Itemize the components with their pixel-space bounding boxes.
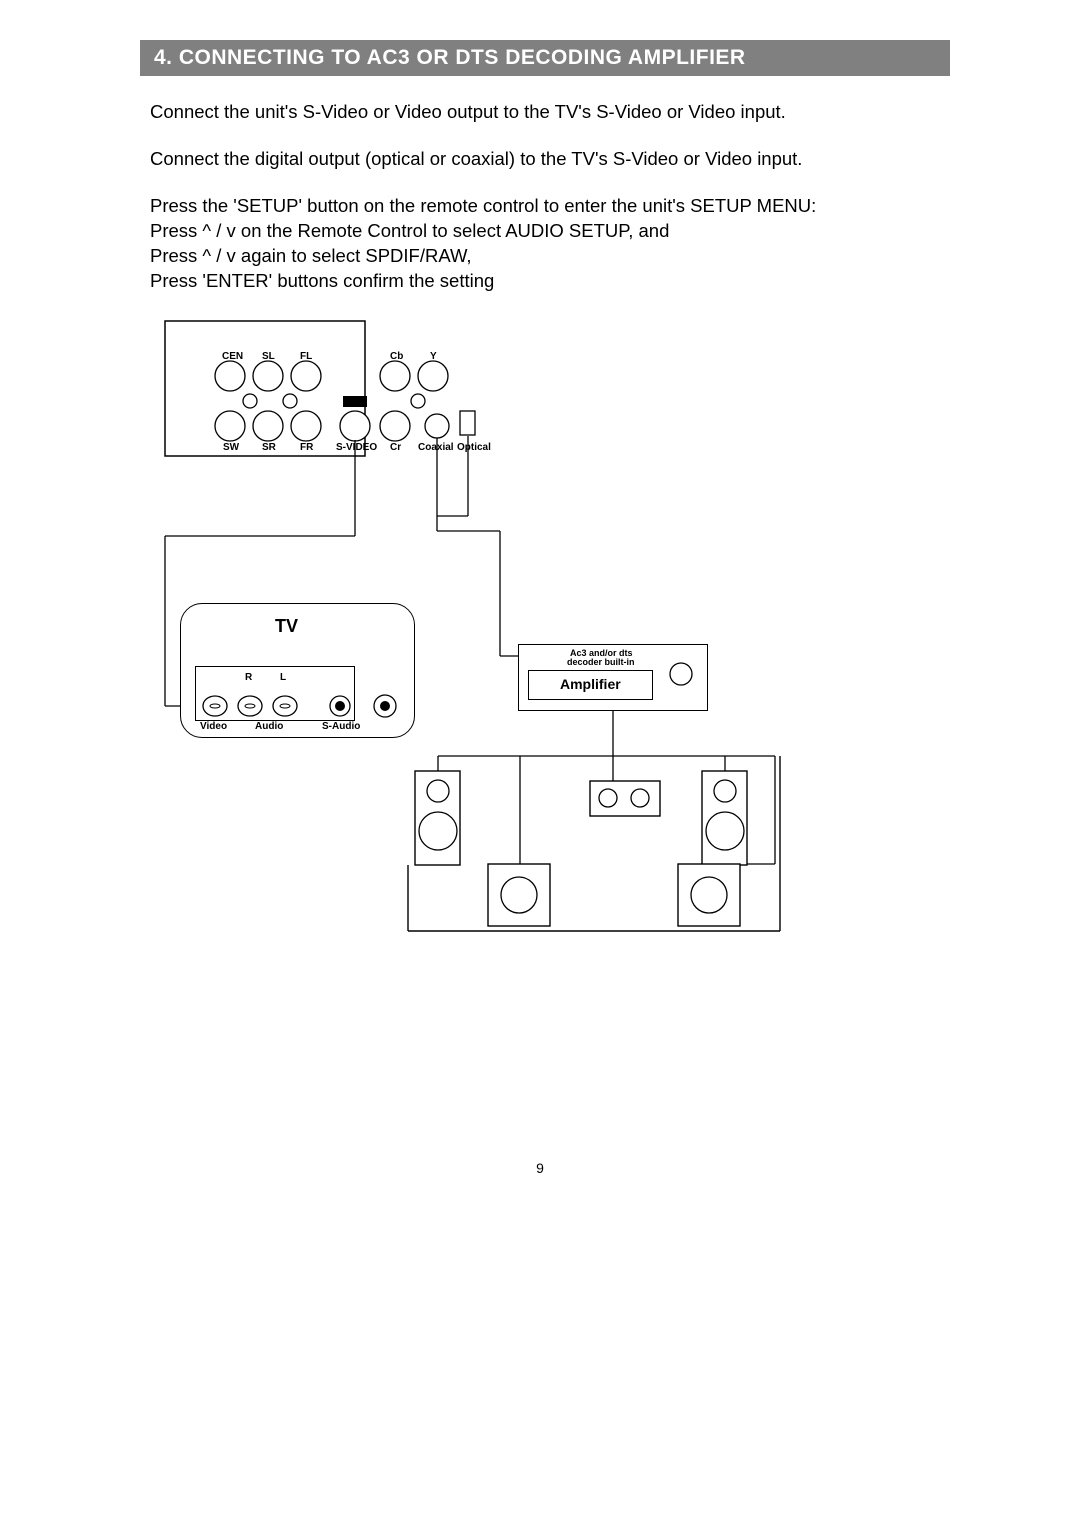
tv-label-l: L [280,672,286,683]
amp-note-l2: decoder built-in [567,657,635,667]
rear-label-sl: SL [262,351,275,362]
rear-label-sr: SR [262,442,276,453]
paragraph-1: Connect the unit's S-Video or Video outp… [140,100,950,125]
tv-label-saudio: S-Audio [322,721,360,732]
paragraph-3-line-2: Press ^ / v on the Remote Control to sel… [150,220,669,241]
paragraph-3-line-4: Press 'ENTER' buttons confirm the settin… [150,270,494,291]
tv-title: TV [275,616,298,637]
rear-label-cr: Cr [390,442,401,453]
rear-label-coax: Coaxial [418,442,454,453]
tv-label-video: Video [200,721,227,732]
rear-label-fl: FL [300,351,312,362]
paragraph-2: Connect the digital output (optical or c… [140,147,950,172]
paragraph-3-line-3: Press ^ / v again to select SPDIF/RAW, [150,245,472,266]
rear-label-cb: Cb [390,351,403,362]
rear-label-sw: SW [223,442,239,453]
amp-knob [668,661,698,691]
amp-title: Amplifier [560,676,621,692]
tv-label-audio: Audio [255,721,283,732]
rear-label-opt: Optical [457,442,491,453]
rear-label-fr: FR [300,442,313,453]
rear-label-cen: CEN [222,351,243,362]
tv-label-r: R [245,672,252,683]
rear-label-y: Y [430,351,437,362]
connection-diagram: CEN SL FL Cb Y SW SR FR S-VIDEO Cr Coaxi… [150,316,790,946]
paragraph-3: Press the 'SETUP' button on the remote c… [140,194,950,294]
page-number: 9 [0,1160,1080,1176]
manual-page: 4. CONNECTING TO AC3 OR DTS DECODING AMP… [0,0,1080,1528]
paragraph-3-line-1: Press the 'SETUP' button on the remote c… [150,195,816,216]
section-header: 4. CONNECTING TO AC3 OR DTS DECODING AMP… [140,40,950,76]
section-title: 4. CONNECTING TO AC3 OR DTS DECODING AMP… [154,46,746,69]
rear-label-svideo: S-VIDEO [336,442,377,453]
